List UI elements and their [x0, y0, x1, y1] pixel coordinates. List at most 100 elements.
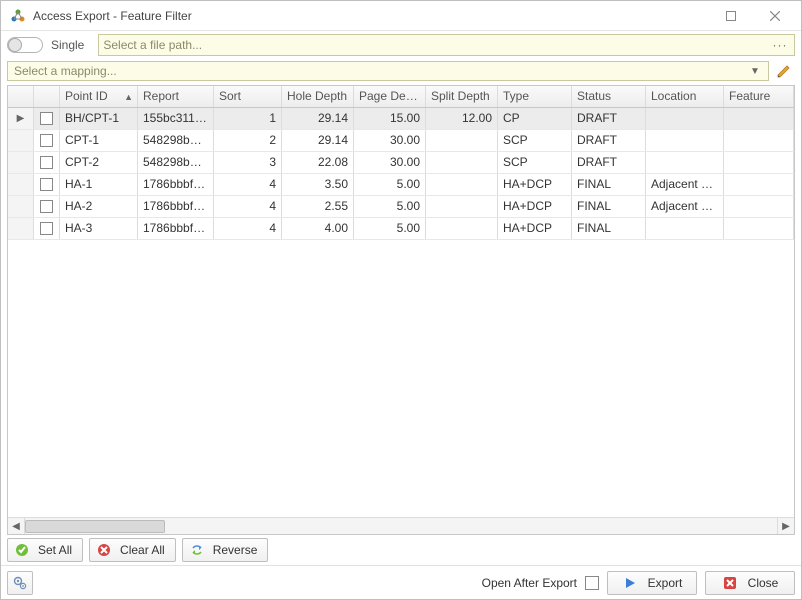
cell-page-depth[interactable]: 5.00 [354, 218, 426, 239]
open-after-export-checkbox[interactable] [585, 576, 599, 590]
col-point-id[interactable]: Point ID ▲ [60, 86, 138, 107]
cell-report[interactable]: 548298b2-80... [138, 130, 214, 151]
cell-status[interactable]: FINAL [572, 174, 646, 195]
cell-sort[interactable]: 4 [214, 218, 282, 239]
scroll-track[interactable] [25, 518, 777, 534]
cell-feature[interactable] [724, 174, 794, 195]
export-button[interactable]: Export [607, 571, 697, 595]
row-checkbox-cell[interactable] [34, 174, 60, 195]
row-checkbox[interactable] [40, 134, 53, 147]
close-button[interactable]: Close [705, 571, 795, 595]
cell-type[interactable]: SCP [498, 152, 572, 173]
cell-feature[interactable] [724, 218, 794, 239]
row-handle[interactable]: ▶ [8, 108, 34, 129]
cell-hole-depth[interactable]: 29.14 [282, 130, 354, 151]
edit-mapping-button[interactable] [773, 61, 795, 81]
cell-report[interactable]: 548298b2-80... [138, 152, 214, 173]
row-checkbox[interactable] [40, 222, 53, 235]
table-row[interactable]: HA-31786bbbf-2c...44.005.00 HA+DCPFINAL [8, 218, 794, 240]
row-checkbox-cell[interactable] [34, 152, 60, 173]
cell-report[interactable]: 1786bbbf-2c... [138, 174, 214, 195]
cell-type[interactable]: HA+DCP [498, 218, 572, 239]
cell-hole-depth[interactable]: 2.55 [282, 196, 354, 217]
table-row[interactable]: ▶BH/CPT-1155bc311-a4...129.1415.0012.00C… [8, 108, 794, 130]
row-checkbox-cell[interactable] [34, 130, 60, 151]
scroll-thumb[interactable] [25, 520, 165, 533]
scroll-right-arrow[interactable]: ▶ [777, 518, 794, 534]
cell-location[interactable] [646, 218, 724, 239]
cell-location[interactable]: Adjacent brid... [646, 174, 724, 195]
cell-page-depth[interactable]: 5.00 [354, 174, 426, 195]
cell-type[interactable]: SCP [498, 130, 572, 151]
settings-button[interactable] [7, 571, 33, 595]
cell-type[interactable]: HA+DCP [498, 196, 572, 217]
file-path-input[interactable]: Select a file path... ··· [98, 34, 795, 56]
cell-split-depth[interactable] [426, 174, 498, 195]
cell-hole-depth[interactable]: 22.08 [282, 152, 354, 173]
row-handle[interactable] [8, 196, 34, 217]
col-feature[interactable]: Feature [724, 86, 794, 107]
clear-all-button[interactable]: Clear All [89, 538, 176, 562]
cell-type[interactable]: HA+DCP [498, 174, 572, 195]
col-status[interactable]: Status [572, 86, 646, 107]
close-window-button[interactable] [753, 2, 797, 30]
cell-location[interactable] [646, 152, 724, 173]
row-handle[interactable] [8, 130, 34, 151]
row-checkbox[interactable] [40, 156, 53, 169]
cell-status[interactable]: FINAL [572, 196, 646, 217]
cell-feature[interactable] [724, 130, 794, 151]
col-sort[interactable]: Sort [214, 86, 282, 107]
cell-feature[interactable] [724, 196, 794, 217]
cell-page-depth[interactable]: 30.00 [354, 130, 426, 151]
cell-sort[interactable]: 3 [214, 152, 282, 173]
cell-split-depth[interactable] [426, 196, 498, 217]
reverse-button[interactable]: Reverse [182, 538, 269, 562]
cell-point-id[interactable]: HA-3 [60, 218, 138, 239]
cell-page-depth[interactable]: 5.00 [354, 196, 426, 217]
cell-split-depth[interactable] [426, 218, 498, 239]
row-handle[interactable] [8, 218, 34, 239]
file-browse-button[interactable]: ··· [770, 38, 790, 52]
table-row[interactable]: HA-21786bbbf-2c...42.555.00HA+DCPFINALAd… [8, 196, 794, 218]
cell-sort[interactable]: 2 [214, 130, 282, 151]
cell-location[interactable] [646, 130, 724, 151]
row-checkbox[interactable] [40, 112, 53, 125]
cell-point-id[interactable]: CPT-2 [60, 152, 138, 173]
cell-split-depth[interactable] [426, 130, 498, 151]
row-checkbox-cell[interactable] [34, 196, 60, 217]
row-handle[interactable] [8, 152, 34, 173]
col-checkbox[interactable] [34, 86, 60, 107]
col-location[interactable]: Location [646, 86, 724, 107]
cell-page-depth[interactable]: 15.00 [354, 108, 426, 129]
col-page-depth[interactable]: Page Depth [354, 86, 426, 107]
cell-feature[interactable] [724, 152, 794, 173]
cell-sort[interactable]: 4 [214, 174, 282, 195]
cell-status[interactable]: FINAL [572, 218, 646, 239]
col-report[interactable]: Report [138, 86, 214, 107]
cell-status[interactable]: DRAFT [572, 152, 646, 173]
cell-point-id[interactable]: CPT-1 [60, 130, 138, 151]
cell-point-id[interactable]: BH/CPT-1 [60, 108, 138, 129]
col-hole-depth[interactable]: Hole Depth [282, 86, 354, 107]
cell-sort[interactable]: 4 [214, 196, 282, 217]
table-row[interactable]: CPT-2548298b2-80...322.0830.00SCPDRAFT [8, 152, 794, 174]
cell-point-id[interactable]: HA-2 [60, 196, 138, 217]
cell-status[interactable]: DRAFT [572, 130, 646, 151]
cell-location[interactable] [646, 108, 724, 129]
row-checkbox-cell[interactable] [34, 218, 60, 239]
single-toggle[interactable] [7, 37, 43, 53]
table-row[interactable]: CPT-1548298b2-80...229.1430.00 SCPDRAFT [8, 130, 794, 152]
table-row[interactable]: HA-11786bbbf-2c...43.505.00HA+DCPFINALAd… [8, 174, 794, 196]
maximize-button[interactable] [709, 2, 753, 30]
set-all-button[interactable]: Set All [7, 538, 83, 562]
cell-split-depth[interactable]: 12.00 [426, 108, 498, 129]
mapping-select[interactable]: Select a mapping... ▼ [7, 61, 769, 81]
cell-report[interactable]: 155bc311-a4... [138, 108, 214, 129]
row-handle[interactable] [8, 174, 34, 195]
cell-report[interactable]: 1786bbbf-2c... [138, 218, 214, 239]
col-type[interactable]: Type [498, 86, 572, 107]
cell-point-id[interactable]: HA-1 [60, 174, 138, 195]
cell-feature[interactable] [724, 108, 794, 129]
horizontal-scrollbar[interactable]: ◀ ▶ [8, 517, 794, 534]
cell-hole-depth[interactable]: 4.00 [282, 218, 354, 239]
